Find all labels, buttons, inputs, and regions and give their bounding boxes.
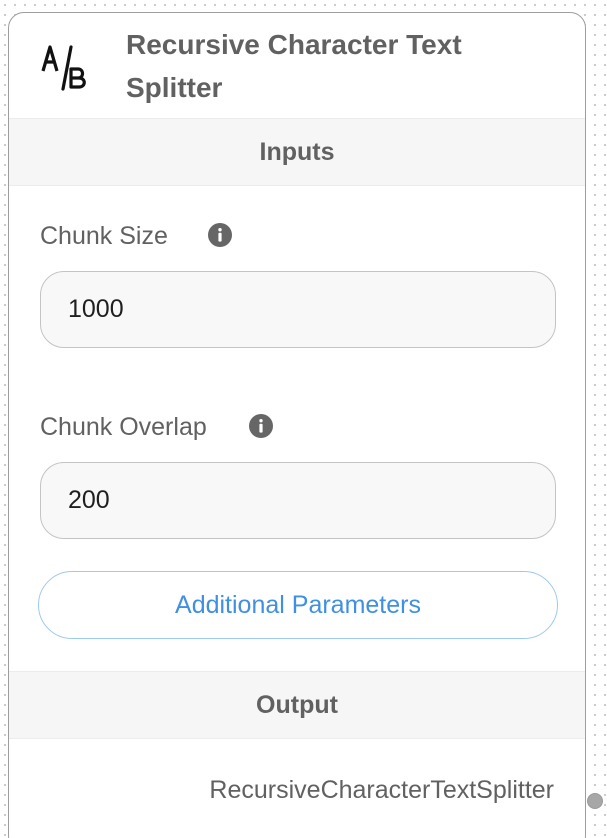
chunk-overlap-label: Chunk Overlap — [40, 413, 207, 441]
flow-canvas[interactable]: Recursive Character Text Splitter Inputs… — [0, 0, 607, 838]
chunk-size-input[interactable] — [40, 271, 556, 348]
chunk-overlap-input[interactable] — [40, 462, 556, 539]
output-section-heading: Output — [9, 671, 585, 739]
chunk-size-label: Chunk Size — [40, 222, 168, 250]
output-connector-handle[interactable] — [587, 793, 603, 809]
node-card[interactable]: Recursive Character Text Splitter Inputs… — [8, 12, 603, 838]
output-name-label: RecursiveCharacterTextSplitter — [209, 776, 554, 804]
additional-parameters-button[interactable]: Additional Parameters — [38, 571, 558, 639]
node-title: Recursive Character Text Splitter — [126, 29, 462, 103]
info-icon[interactable] — [249, 414, 273, 438]
info-icon[interactable] — [208, 223, 232, 247]
node-header: Recursive Character Text Splitter — [9, 13, 585, 117]
inputs-section-heading: Inputs — [9, 118, 585, 186]
a-b-splitter-icon — [35, 41, 91, 97]
